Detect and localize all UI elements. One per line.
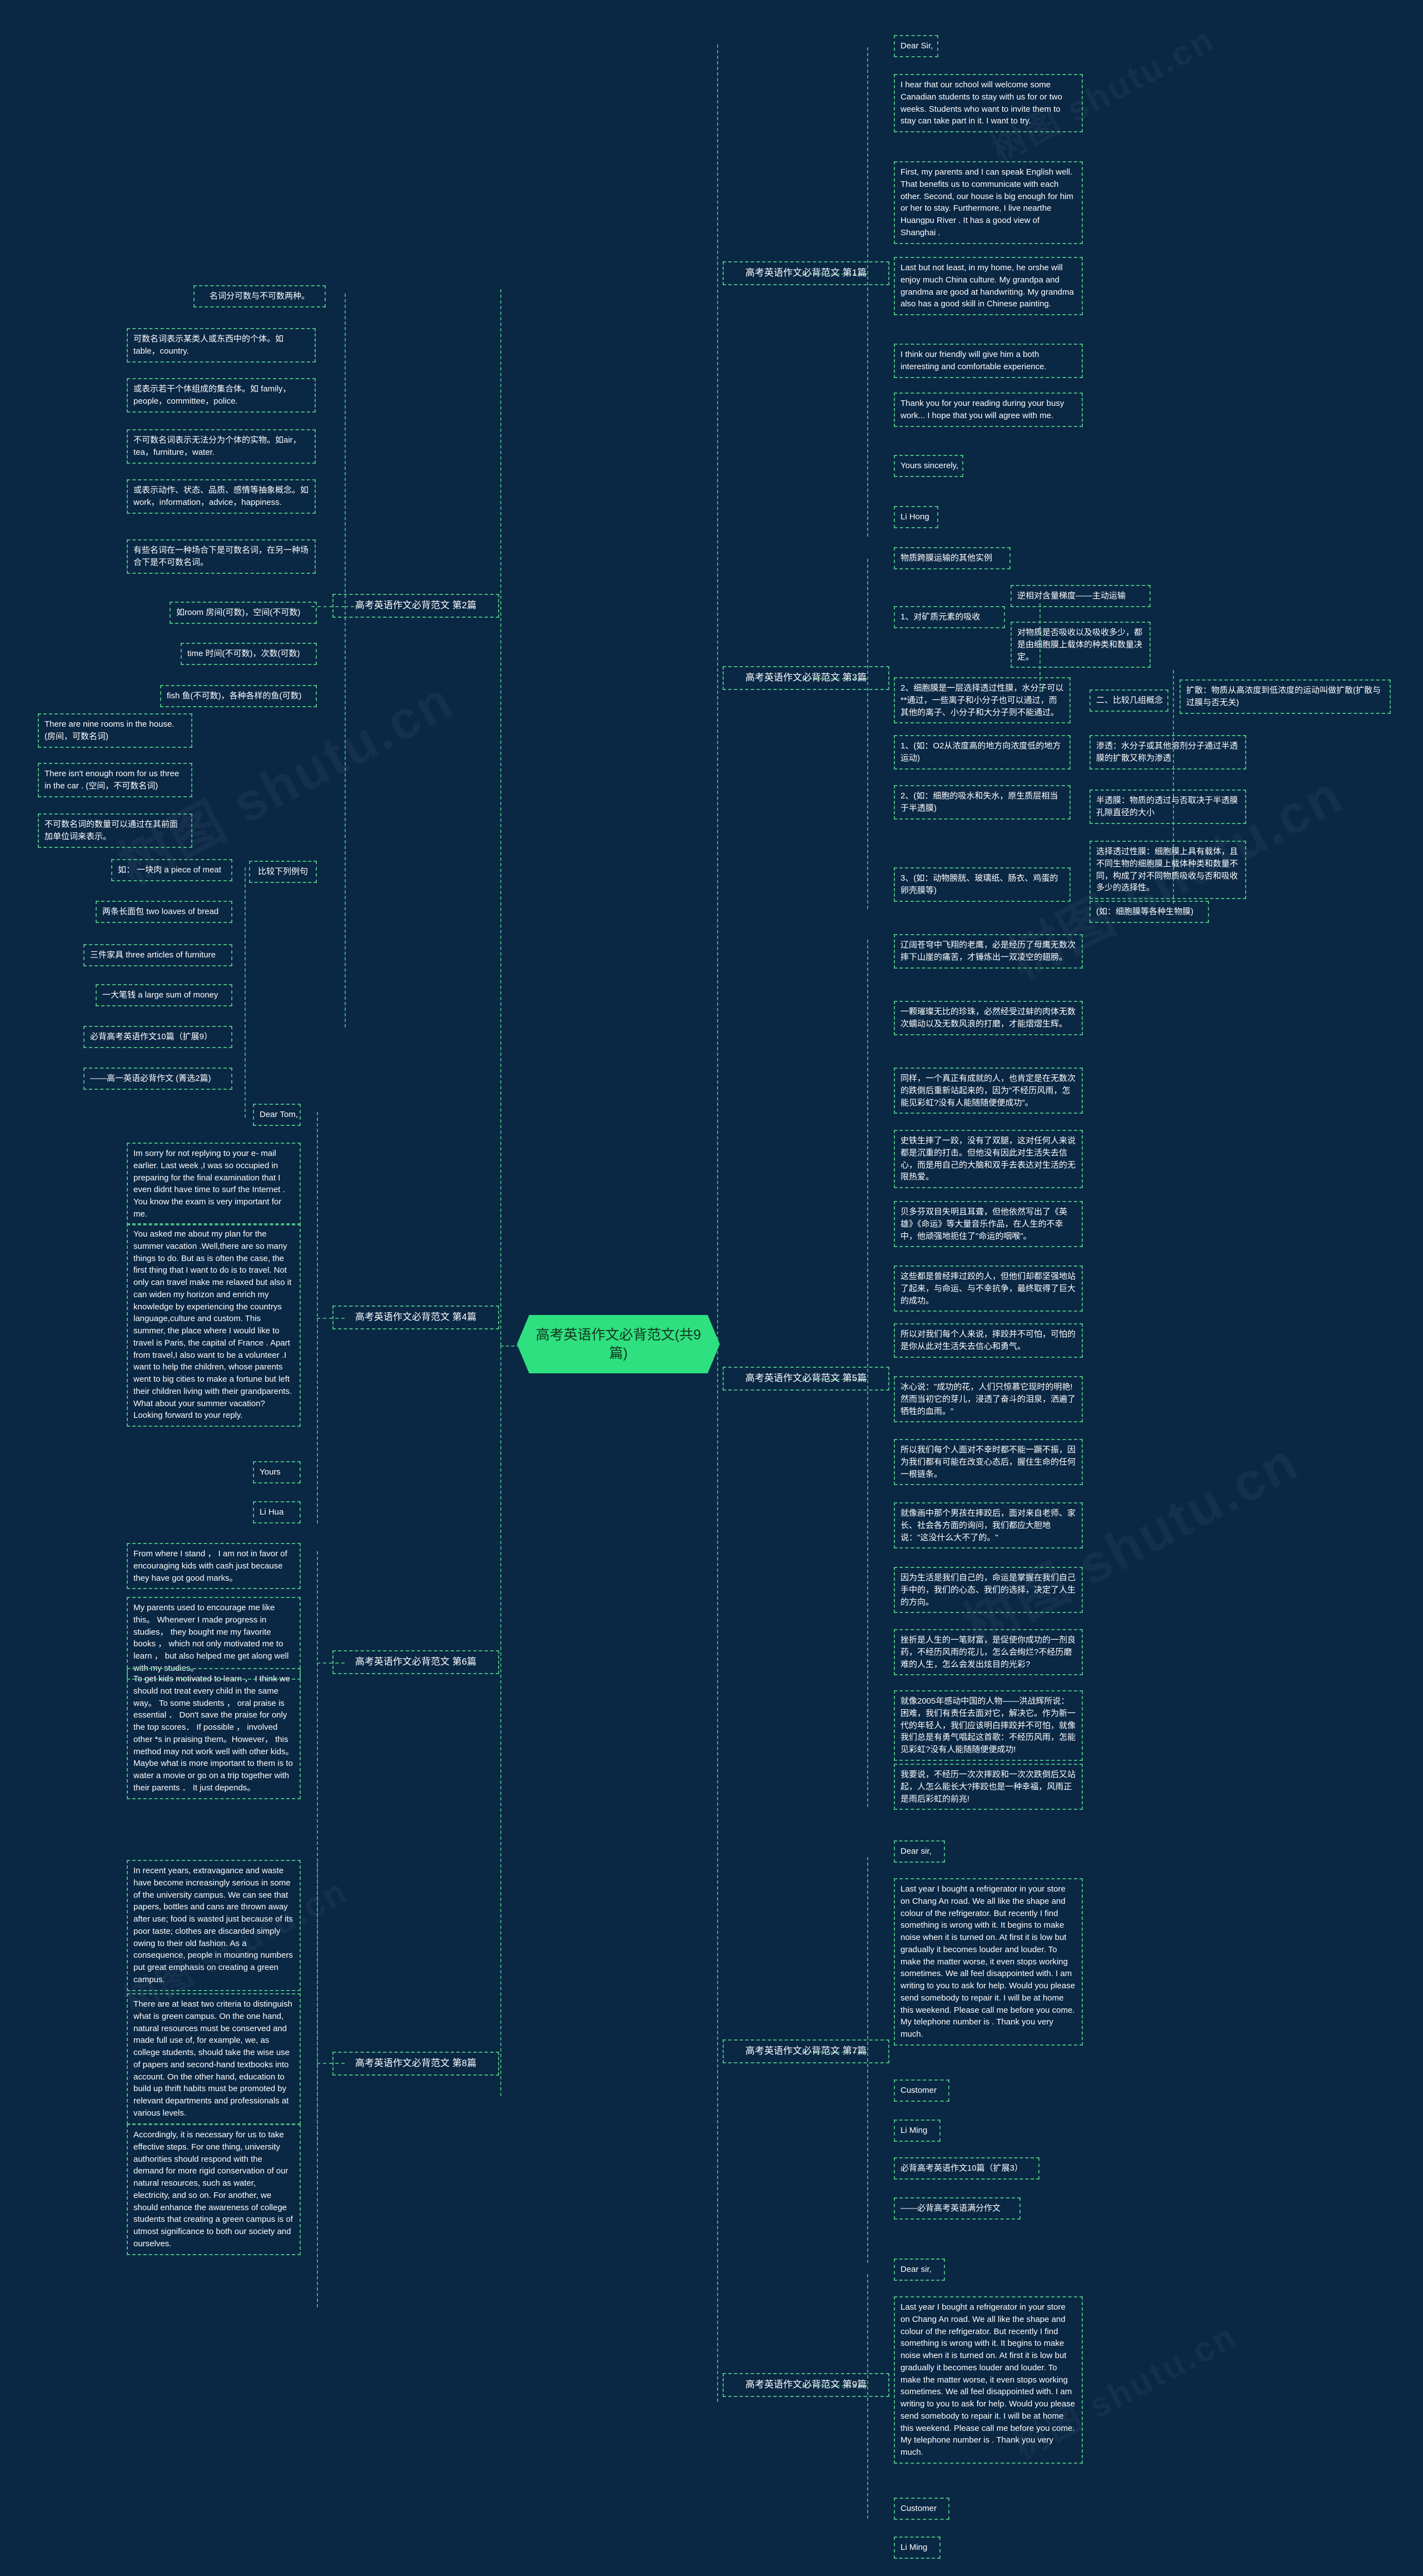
mindmap-canvas: 树图 shutu.cn 树图 shutu.cn 树图 shutu.cn 树图 s…: [0, 0, 1423, 2576]
connector: [500, 289, 501, 1346]
node-b7-1[interactable]: Dear sir,: [894, 1840, 945, 1863]
node-b5-14[interactable]: 我要说，不经历一次次摔跤和一次次跌倒后又站起，人怎么能长大?摔跤也是一种幸福，风…: [894, 1764, 1083, 1810]
node-b7-5[interactable]: 必背高考英语作文10篇（扩展3）: [894, 2157, 1039, 2180]
node-b4-1[interactable]: Dear Tom,: [253, 1104, 301, 1126]
node-b2-2[interactable]: 可数名词表示某类人或东西中的个体。如table，country.: [127, 328, 316, 363]
node-b3-6[interactable]: 二、比较几组概念: [1089, 689, 1168, 712]
node-b5-11[interactable]: 因为生活是我们自己的，命运是掌握在我们自己手中的，我们的心态、我们的选择，决定了…: [894, 1567, 1083, 1614]
node-b5-13[interactable]: 就像2005年感动中国的人物——洪战辉所说：困难，我们有责任去面对它，解决它。作…: [894, 1690, 1083, 1761]
node-b8-1[interactable]: In recent years, extravagance and waste …: [127, 1860, 301, 1991]
node-b3-5[interactable]: 2、细胞膜是一层选择透过性膜，水分子可以**通过，一些离子和小分子也可以通过，而…: [894, 677, 1071, 724]
node-b3-9[interactable]: 渗透：水分子或其他溶剂分子通过半透膜的扩散又称为渗透: [1089, 735, 1246, 770]
node-b3-7[interactable]: 扩散：物质从高浓度到低浓度的运动叫做扩散(扩散与过膜与否无关): [1180, 679, 1391, 714]
node-b3-1[interactable]: 物质跨膜运输的其他实例: [894, 547, 1011, 569]
node-b5-6[interactable]: 这些都是曾经摔过跤的人，但他们却都坚强地站了起来，与命运、与不幸抗争，最终取得了…: [894, 1265, 1083, 1312]
node-b1-3[interactable]: First, my parents and I can speak Englis…: [894, 161, 1083, 244]
connector: [317, 1551, 318, 2141]
node-b2-11[interactable]: There isn't enough room for us three in …: [38, 763, 192, 797]
connector: [317, 1863, 318, 2307]
node-b5-2[interactable]: 一颗璀璨无比的珍珠，必然经受过蚌的肉体无数次蠕动以及无数风浪的打磨，才能熠熠生辉…: [894, 1001, 1083, 1035]
node-b1-6[interactable]: Thank you for your reading during your b…: [894, 393, 1083, 427]
node-b1-2[interactable]: I hear that our school will welcome some…: [894, 74, 1083, 132]
node-b2-17[interactable]: 一大笔钱 a large sum of money: [96, 984, 232, 1006]
connector: [317, 1112, 318, 1523]
node-b1-7[interactable]: Yours sincerely,: [894, 455, 963, 477]
node-b4-3[interactable]: You asked me about my plan for the summe…: [127, 1223, 301, 1427]
node-b5-7[interactable]: 所以对我们每个人来说，摔跤并不可怕，可怕的是你从此对生活失去信心和勇气。: [894, 1323, 1083, 1358]
node-b1-4[interactable]: Last but not least, in my home, he orshe…: [894, 257, 1083, 315]
branch-label-6[interactable]: 高考英语作文必背范文 第6篇: [332, 1650, 499, 1674]
node-b2-6[interactable]: 有些名词在一种场合下是可数名词，在另一种场合下是不可数名词。: [127, 539, 316, 574]
root-node[interactable]: 高考英语作文必背范文(共9篇): [517, 1315, 720, 1373]
node-b2-12[interactable]: 不可数名词的数量可以通过在其前面加单位词来表示。: [38, 813, 192, 848]
node-b1-5[interactable]: I think our friendly will give him a bot…: [894, 344, 1083, 378]
node-b4-2[interactable]: Im sorry for not replying to your e- mai…: [127, 1143, 301, 1225]
node-b8-3[interactable]: Accordingly, it is necessary for us to t…: [127, 2124, 301, 2255]
node-b2-15[interactable]: 两条长面包 two loaves of bread: [96, 901, 232, 923]
node-b9-1[interactable]: Dear sir,: [894, 2259, 945, 2281]
node-b2-9[interactable]: fish 鱼(不可数)，各种各样的鱼(可数): [160, 685, 317, 707]
connector: [867, 47, 868, 537]
node-b6-1[interactable]: From where I stand ， I am not in favor o…: [127, 1543, 301, 1590]
node-b7-4[interactable]: Li Ming: [894, 2120, 941, 2142]
connector: [717, 44, 718, 1346]
node-b1-8[interactable]: Li Hong: [894, 506, 938, 528]
connector: [500, 1346, 501, 2096]
connector: [345, 294, 346, 1028]
connector: [717, 1346, 718, 2402]
node-b5-5[interactable]: 贝多芬双目失明且耳聋，但他依然写出了《英雄》《命运》等大量音乐作品，在人生的不幸…: [894, 1201, 1083, 1248]
node-b7-2[interactable]: Last year I bought a refrigerator in you…: [894, 1878, 1083, 2046]
node-b3-3[interactable]: 逆相对含量梯度——主动运输: [1011, 585, 1151, 607]
node-b5-9[interactable]: 所以我们每个人面对不幸时都不能一蹶不振，因为我们都有可能在改变心态后，握住生命的…: [894, 1439, 1083, 1486]
node-b2-7[interactable]: 如room 房间(可数)，空间(不可数): [170, 602, 317, 624]
node-b2-13[interactable]: 比较下列例句: [249, 861, 317, 883]
node-b9-4[interactable]: Li Ming: [894, 2537, 941, 2559]
branch-label-7[interactable]: 高考英语作文必背范文 第7篇: [723, 2039, 889, 2063]
node-b3-10[interactable]: 2、(如：细胞的吸水和失水，原生质层相当于半透膜): [894, 785, 1071, 820]
node-b2-8[interactable]: time 时间(不可数)，次数(可数): [181, 643, 317, 665]
connector: [867, 559, 868, 909]
node-b6-2[interactable]: My parents used to encourage me like thi…: [127, 1597, 301, 1680]
node-b9-3[interactable]: Customer: [894, 2498, 949, 2520]
node-b3-2[interactable]: 1、对矿质元素的吸收: [894, 606, 1005, 628]
node-b3-14[interactable]: (如：细胞膜等各种生物膜): [1089, 901, 1209, 923]
node-b5-1[interactable]: 辽阔苍穹中飞翔的老鹰，必是经历了母鹰无数次摔下山崖的痛苦，才锤炼出一双凌空的翅膀…: [894, 934, 1083, 969]
node-b3-8[interactable]: 1、(如：O2从浓度高的地方向浓度低的地方运动): [894, 735, 1071, 770]
node-b7-3[interactable]: Customer: [894, 2079, 949, 2102]
node-b2-3[interactable]: 或表示若干个体组成的集合体。如 family，people，committee，…: [127, 378, 316, 413]
node-b5-3[interactable]: 同样，一个真正有成就的人，也肯定是在无数次的跌倒后重新站起来的，因为"不经历风雨…: [894, 1068, 1083, 1114]
node-b5-12[interactable]: 挫折是人生的一笔财富，是促使你成功的一剂良药，不经历风雨的花儿，怎么会绚烂?不经…: [894, 1629, 1083, 1676]
node-b4-5[interactable]: Li Hua: [253, 1501, 301, 1523]
node-b2-18[interactable]: 必背高考英语作文10篇（扩展9）: [83, 1026, 232, 1048]
node-b5-8[interactable]: 冰心说："成功的花，人们只惊慕它现时的明艳!然而当初它的芽儿，浸透了奋斗的泪泉，…: [894, 1376, 1083, 1423]
node-b9-2[interactable]: Last year I bought a refrigerator in you…: [894, 2296, 1083, 2464]
node-b2-5[interactable]: 或表示动作、状态、品质、感情等抽象概念。如work，information，ad…: [127, 479, 316, 514]
branch-label-1[interactable]: 高考英语作文必背范文 第1篇: [723, 261, 889, 285]
node-b3-13[interactable]: 3、(如：动物膀胱、玻璃纸、肠衣、鸡蛋的卵壳膜等): [894, 867, 1071, 902]
node-b6-3[interactable]: To get kids motivated to learn ， I think…: [127, 1668, 301, 1799]
node-b8-2[interactable]: There are at least two criteria to disti…: [127, 1993, 301, 2125]
node-b2-16[interactable]: 三件家具 three articles of furniture: [83, 944, 232, 966]
node-b3-11[interactable]: 半透膜：物质的透过与否取决于半透膜孔隙直径的大小: [1089, 790, 1246, 824]
node-b5-4[interactable]: 史铁生摔了一跤，没有了双腿，这对任何人来说都是沉重的打击。但他没有因此对生活失去…: [894, 1130, 1083, 1188]
node-b7-6[interactable]: ——必背高考英语满分作文: [894, 2197, 1021, 2220]
node-b3-12[interactable]: 选择透过性膜：细胞膜上具有载体，且不同生物的细胞膜上载体种类和数量不同，构成了对…: [1089, 841, 1246, 899]
branch-label-2[interactable]: 高考英语作文必背范文 第2篇: [332, 594, 499, 618]
node-b3-4[interactable]: 对物质是否吸收以及吸收多少，都是由细胞膜上载体的种类和数量决定。: [1011, 622, 1151, 668]
node-b4-4[interactable]: Yours: [253, 1461, 301, 1483]
node-b2-4[interactable]: 不可数名词表示无法分为个体的实物。如air，tea，furniture，wate…: [127, 429, 316, 464]
connector: [245, 867, 246, 1118]
node-b5-10[interactable]: 就像画中那个男孩在摔跤后，面对来自老师、家长、社会各方面的询问，我们都应大胆地说…: [894, 1502, 1083, 1549]
branch-label-3[interactable]: 高考英语作文必背范文 第3篇: [723, 666, 889, 690]
node-b2-10[interactable]: There are nine rooms in the house. (房间，可…: [38, 713, 192, 748]
branch-label-9[interactable]: 高考英语作文必背范文 第9篇: [723, 2373, 889, 2397]
branch-label-4[interactable]: 高考英语作文必背范文 第4篇: [332, 1306, 499, 1329]
branch-label-8[interactable]: 高考英语作文必背范文 第8篇: [332, 2052, 499, 2076]
node-b1-1[interactable]: Dear Sir,: [894, 35, 938, 57]
node-b2-1[interactable]: 名词分可数与不可数两种。: [193, 285, 326, 307]
node-b2-14[interactable]: 如： 一块肉 a piece of meat: [111, 859, 232, 881]
branch-label-5[interactable]: 高考英语作文必背范文 第5篇: [723, 1367, 889, 1391]
node-b2-19[interactable]: ——高一英语必背作文 (菁选2篇): [83, 1068, 232, 1090]
